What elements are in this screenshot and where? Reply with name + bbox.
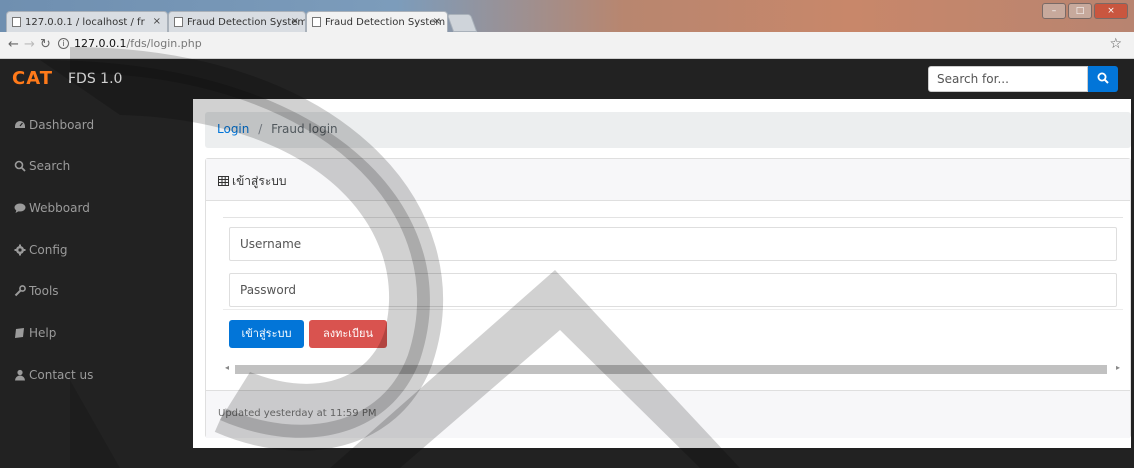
page-icon: [12, 17, 21, 27]
tab-label: 127.0.0.1 / localhost / fr: [25, 17, 145, 28]
window-controls: – □ ×: [1042, 3, 1128, 19]
login-button[interactable]: เข้าสู่ระบบ: [229, 320, 304, 348]
sidebar-item-contact[interactable]: Contact us: [14, 365, 93, 385]
dashboard-icon: [15, 121, 25, 128]
browser-tab-localhost[interactable]: 127.0.0.1 / localhost / fr ×: [6, 11, 168, 32]
divider: [223, 217, 1123, 218]
address-bar: ← → ↻ i 127.0.0.1/fds/login.php ☆: [0, 32, 1134, 59]
info-icon[interactable]: i: [58, 38, 69, 49]
sidebar-item-label: Webboard: [29, 201, 90, 215]
tab-label: Fraud Detection System: [325, 17, 446, 28]
sidebar-item-dashboard[interactable]: Dashboard: [14, 115, 94, 135]
sidebar-item-search[interactable]: Search: [14, 156, 70, 176]
back-icon[interactable]: ←: [8, 37, 19, 52]
bookmark-star-icon[interactable]: ☆: [1109, 36, 1122, 52]
card-footer: Updated yesterday at 11:59 PM: [206, 390, 1130, 438]
search-icon: [14, 160, 26, 172]
register-button[interactable]: ลงทะเบียน: [309, 320, 387, 348]
breadcrumb-current: Fraud login: [271, 122, 338, 136]
sidebar-item-help[interactable]: Help: [14, 323, 56, 343]
sidebar-item-label: Dashboard: [29, 118, 95, 132]
breadcrumb-separator: /: [258, 122, 263, 136]
sidebar-item-label: Config: [29, 243, 68, 257]
close-window-button[interactable]: ×: [1094, 3, 1128, 19]
username-input[interactable]: Username: [229, 227, 1117, 261]
password-input[interactable]: Password: [229, 273, 1117, 307]
brand-version[interactable]: FDS 1.0: [68, 71, 122, 87]
sidebar-item-tools[interactable]: Tools: [14, 281, 59, 301]
sidebar-item-label: Help: [29, 326, 57, 340]
reload-icon[interactable]: ↻: [40, 37, 51, 52]
close-icon[interactable]: ×: [153, 16, 161, 27]
screen: 127.0.0.1 / localhost / fr × Fraud Detec…: [0, 0, 1134, 468]
browser-tab-fds-2[interactable]: Fraud Detection System ×: [306, 11, 448, 32]
scroll-thumb[interactable]: [235, 365, 1107, 374]
tab-label: Fraud Detection System: [187, 17, 306, 28]
comment-icon: [14, 203, 26, 213]
sidebar-item-config[interactable]: Config: [14, 240, 68, 260]
new-tab-button[interactable]: [446, 14, 478, 32]
search-icon: [1097, 72, 1109, 84]
url-path: /fds/login.php: [126, 37, 202, 50]
close-icon[interactable]: ×: [433, 16, 441, 27]
sidebar-item-label: Contact us: [29, 368, 94, 382]
divider: [223, 309, 1123, 310]
page-icon: [174, 17, 183, 27]
horizontal-scrollbar[interactable]: ◂ ▸: [225, 363, 1120, 375]
sidebar-item-webboard[interactable]: Webboard: [14, 198, 90, 218]
breadcrumb: Login / Fraud login: [205, 112, 1131, 148]
sidebar: Dashboard Search Webboard Config Tools H…: [0, 99, 193, 468]
gear-icon: [14, 244, 26, 256]
scroll-left-icon[interactable]: ◂: [225, 363, 229, 372]
book-icon: [15, 328, 24, 338]
close-icon[interactable]: ×: [291, 16, 299, 27]
brand-logo[interactable]: CAT: [12, 68, 53, 89]
forward-icon[interactable]: →: [24, 37, 35, 52]
sidebar-item-label: Tools: [29, 284, 59, 298]
sidebar-item-label: Search: [29, 159, 71, 173]
page-icon: [312, 17, 321, 27]
url-field[interactable]: 127.0.0.1/fds/login.php: [74, 37, 202, 50]
login-card: เข้าสู่ระบบ Username Password เข้าสู่ระบ…: [205, 158, 1131, 438]
scroll-right-icon[interactable]: ▸: [1116, 363, 1120, 372]
search-input[interactable]: Search for...: [928, 66, 1088, 92]
maximize-button[interactable]: □: [1068, 3, 1092, 19]
minimize-button[interactable]: –: [1042, 3, 1066, 19]
card-header: เข้าสู่ระบบ: [206, 159, 1130, 201]
user-icon: [15, 369, 25, 381]
url-host: 127.0.0.1: [74, 37, 127, 50]
wrench-icon: [14, 285, 26, 297]
search-button[interactable]: [1088, 66, 1118, 92]
breadcrumb-link-login[interactable]: Login: [217, 122, 249, 136]
browser-tabstrip: 127.0.0.1 / localhost / fr × Fraud Detec…: [0, 0, 1134, 32]
table-icon: [218, 176, 229, 186]
browser-tab-fds-1[interactable]: Fraud Detection System ×: [168, 11, 306, 32]
bottom-bar: [0, 448, 1134, 468]
card-title: เข้าสู่ระบบ: [232, 174, 287, 188]
